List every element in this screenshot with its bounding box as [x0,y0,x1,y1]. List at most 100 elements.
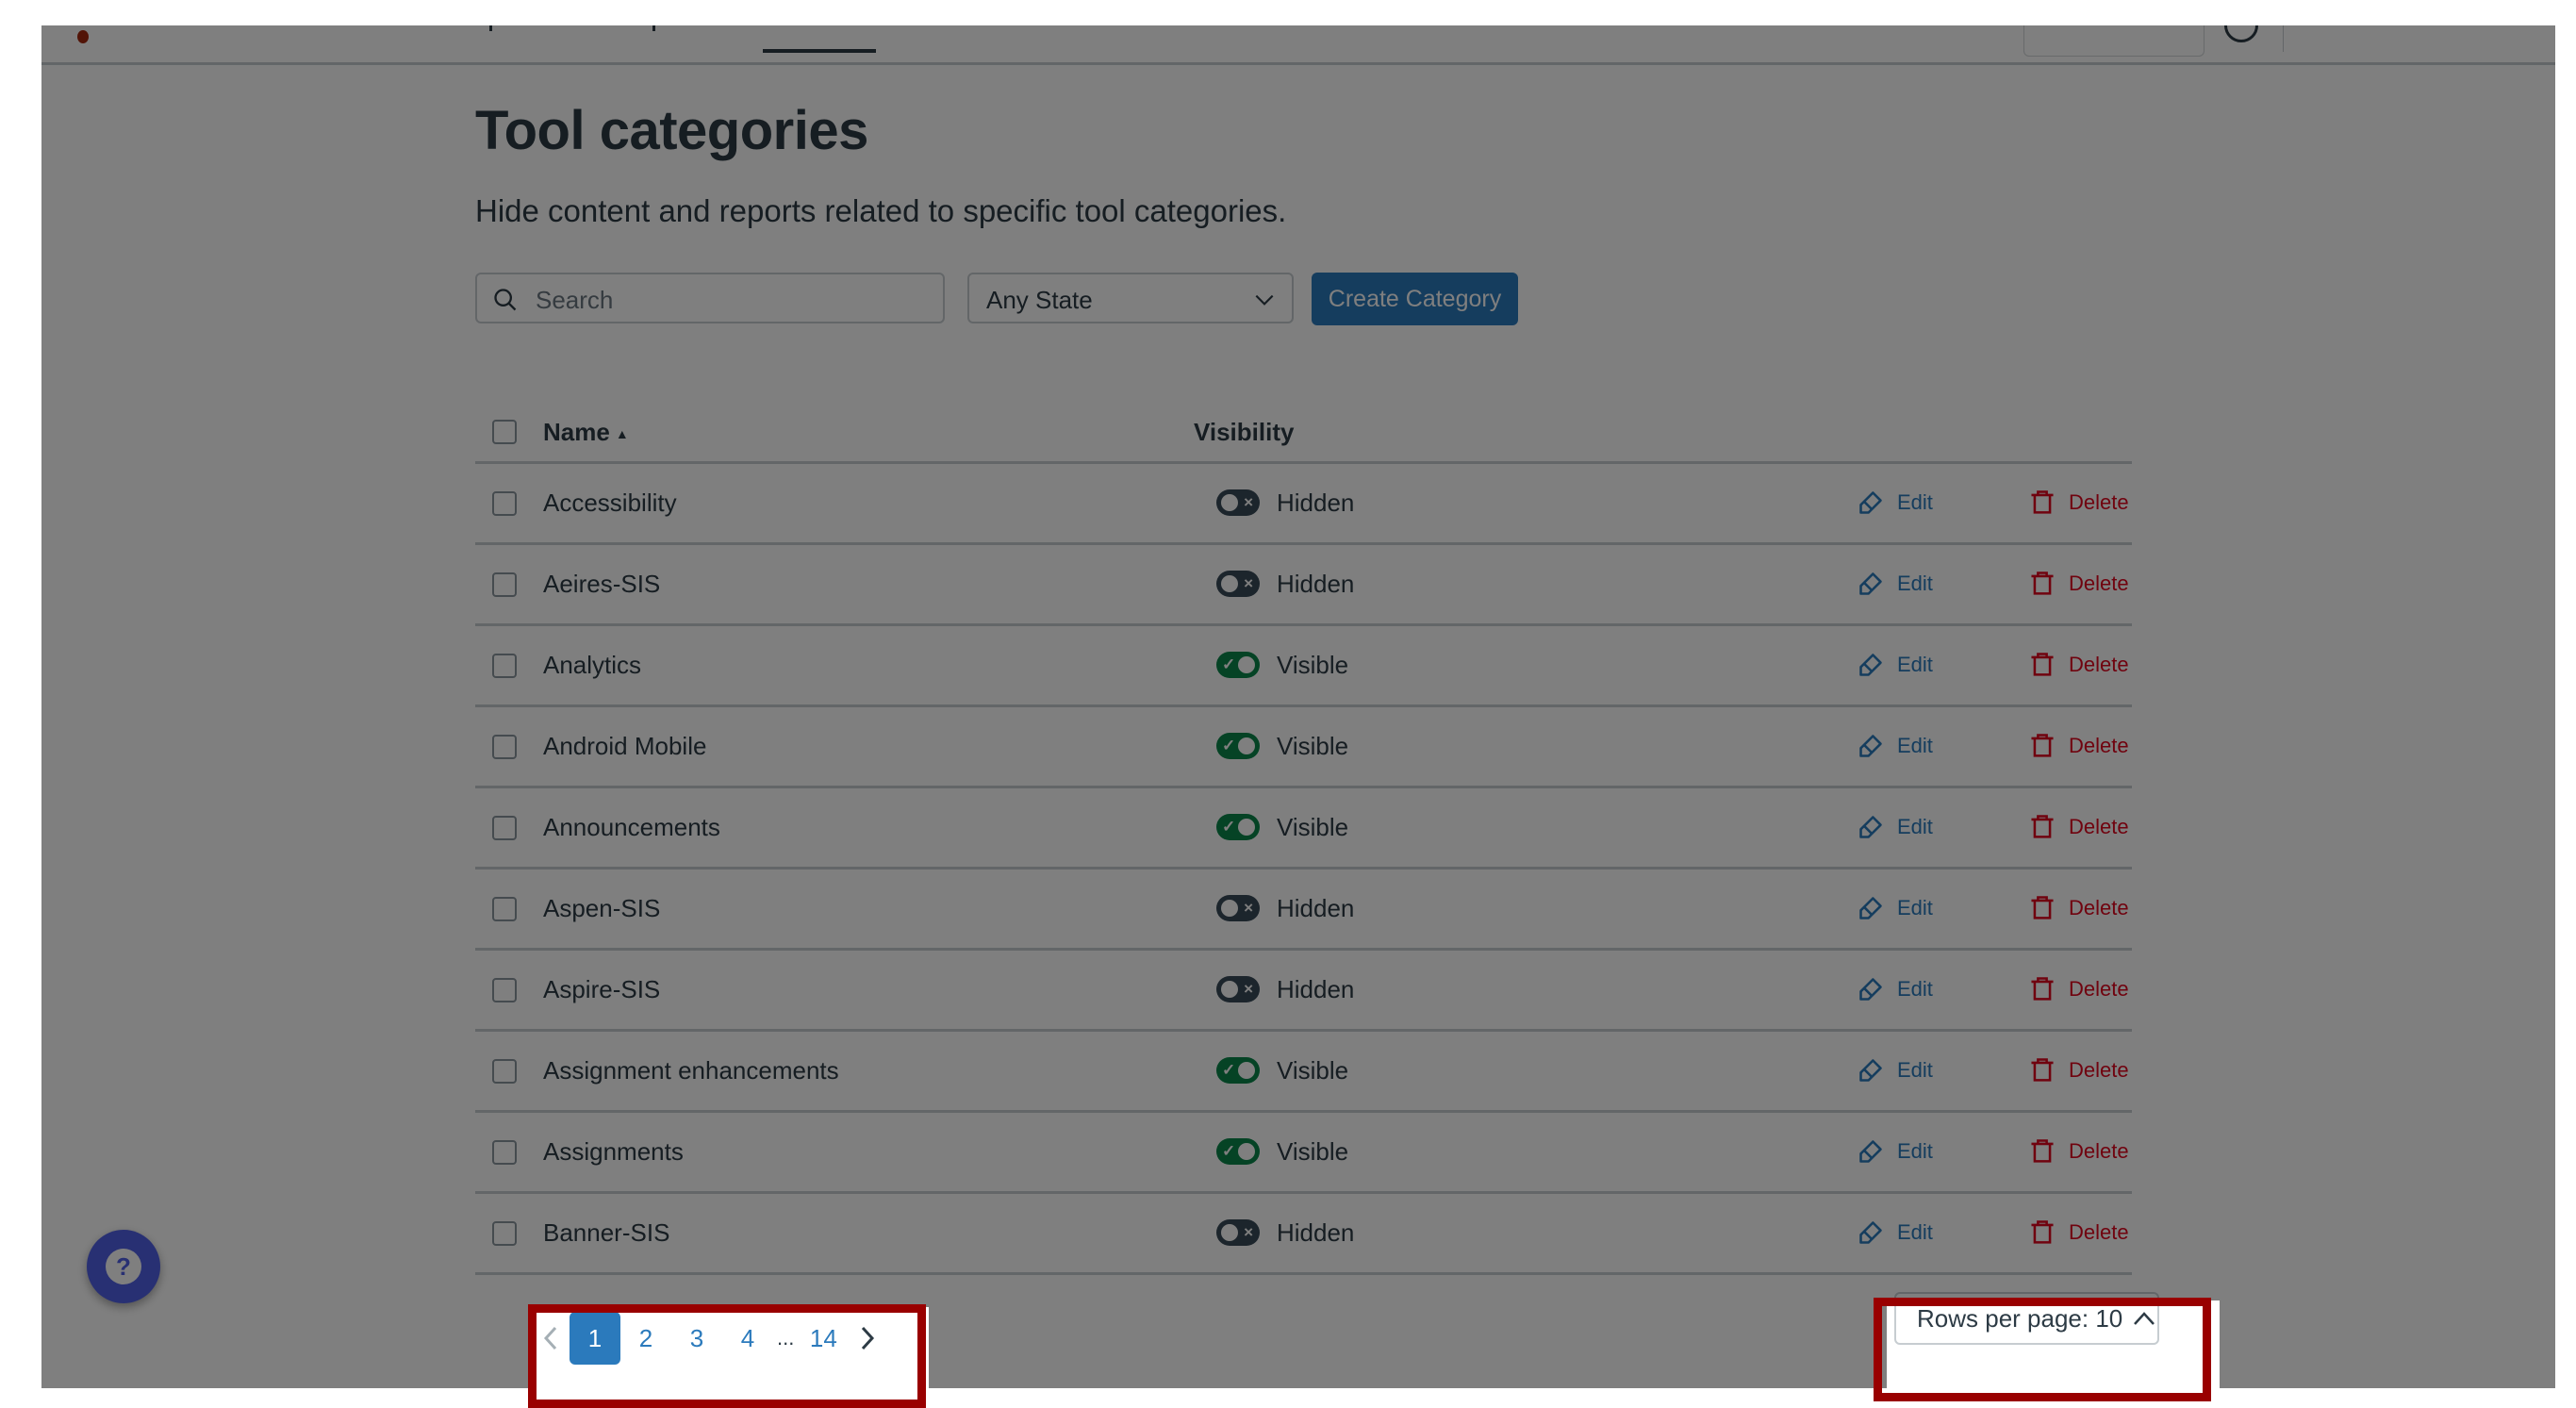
question-mark-icon: ? [106,1249,141,1284]
delete-label: Delete [2069,734,2129,757]
delete-button[interactable]: Delete [2029,487,2129,519]
edit-label: Edit [1897,490,1933,514]
row-checkbox[interactable] [492,816,517,840]
column-header-visibility: Visibility [1194,418,1295,446]
top-navigation-bar [41,25,2555,65]
chevron-down-icon [1255,294,1274,306]
active-nav-indicator [763,49,876,53]
delete-button[interactable]: Delete [2029,649,2129,681]
search-input[interactable] [534,282,933,318]
page-button-4[interactable]: 4 [722,1312,773,1365]
user-avatar-icon[interactable] [2224,25,2258,42]
trash-icon [2031,1220,2054,1244]
toggle-knob [1238,1143,1255,1160]
toggle-knob [1221,1224,1238,1241]
row-checkbox[interactable] [492,735,517,759]
delete-button[interactable]: Delete [2029,973,2129,1005]
category-name: Android Mobile [543,732,707,760]
edit-button[interactable]: Edit [1858,1135,1933,1168]
table-row: Assignment enhancements ✓ Visible Edit D… [475,1032,2132,1113]
x-icon: × [1244,1223,1253,1241]
rows-per-page-select[interactable]: Rows per page: 10 [1894,1292,2159,1345]
delete-label: Delete [2069,815,2129,838]
row-checkbox[interactable] [492,897,517,921]
delete-button[interactable]: Delete [2029,1054,2129,1086]
delete-button[interactable]: Delete [2029,1217,2129,1249]
row-checkbox[interactable] [492,1221,517,1246]
previous-page-button[interactable] [532,1312,570,1365]
divider [2283,25,2284,52]
visible-toggle[interactable]: ✓ [1216,814,1260,840]
category-name: Assignments [543,1137,684,1166]
toggle-knob [1238,737,1255,754]
row-checkbox[interactable] [492,978,517,1002]
category-name: Aeires-SIS [543,570,661,598]
trash-icon [2031,571,2054,595]
hidden-toggle[interactable]: × [1216,976,1260,1002]
row-checkbox[interactable] [492,1140,517,1165]
delete-button[interactable]: Delete [2029,892,2129,924]
row-checkbox[interactable] [492,572,517,597]
row-checkbox[interactable] [492,491,517,516]
table-header: Name ▲ Visibility [475,403,2132,464]
edit-button[interactable]: Edit [1858,892,1933,924]
x-icon: × [1244,493,1253,511]
category-name: Accessibility [543,489,677,517]
delete-button[interactable]: Delete [2029,568,2129,600]
search-field[interactable] [475,273,945,323]
trash-icon [2031,1058,2054,1082]
hidden-toggle[interactable]: × [1216,571,1260,597]
pencil-icon [1859,816,1882,838]
edit-button[interactable]: Edit [1858,811,1933,843]
pencil-icon [1859,1140,1882,1163]
chevron-right-icon [862,1326,875,1350]
edit-button[interactable]: Edit [1858,730,1933,762]
next-page-button[interactable] [849,1312,886,1365]
edit-button[interactable]: Edit [1858,1217,1933,1249]
hidden-toggle[interactable]: × [1216,489,1260,516]
delete-label: Delete [2069,1139,2129,1163]
select-all-checkbox[interactable] [492,420,517,444]
create-category-button[interactable]: Create Category [1312,273,1518,325]
page-button-last[interactable]: 14 [798,1312,849,1365]
page-button-1[interactable]: 1 [570,1312,620,1365]
delete-button[interactable]: Delete [2029,730,2129,762]
edit-button[interactable]: Edit [1858,1054,1933,1086]
hidden-toggle[interactable]: × [1216,895,1260,921]
nav-item-fragment[interactable] [489,25,492,31]
table-row: Accessibility × Hidden Edit Delete [475,464,2132,545]
page-button-3[interactable]: 3 [671,1312,722,1365]
edit-button[interactable]: Edit [1858,568,1933,600]
trash-icon [2031,734,2054,757]
visible-toggle[interactable]: ✓ [1216,652,1260,678]
pagination: 1234 ... 14 [532,1310,886,1367]
delete-button[interactable]: Delete [2029,811,2129,843]
chevron-left-icon [543,1326,557,1350]
toggle-knob [1221,575,1238,592]
table-row: Analytics ✓ Visible Edit Delete [475,626,2132,707]
row-checkbox[interactable] [492,1059,517,1084]
state-filter-select[interactable]: Any State [967,273,1294,323]
table-body: Accessibility × Hidden Edit Delete Aeire… [475,464,2132,1275]
account-selector[interactable] [2023,25,2204,57]
table-row: Aspen-SIS × Hidden Edit Delete [475,870,2132,951]
row-checkbox[interactable] [492,654,517,678]
search-icon [494,289,517,311]
column-header-name[interactable]: Name ▲ [543,418,629,447]
hidden-toggle[interactable]: × [1216,1219,1260,1246]
help-button[interactable]: ? [87,1230,160,1303]
edit-button[interactable]: Edit [1858,973,1933,1005]
visible-toggle[interactable]: ✓ [1216,1057,1260,1084]
delete-button[interactable]: Delete [2029,1135,2129,1168]
visible-toggle[interactable]: ✓ [1216,1138,1260,1165]
pencil-icon [1859,978,1882,1001]
page-button-2[interactable]: 2 [620,1312,671,1365]
edit-button[interactable]: Edit [1858,649,1933,681]
edit-button[interactable]: Edit [1858,487,1933,519]
nav-item-fragment[interactable] [652,25,655,31]
brand-logo-icon[interactable] [77,30,89,43]
category-name: Analytics [543,651,642,679]
visibility-status: Hidden [1277,975,1355,1003]
toolbar: Any State Create Category [475,273,1607,327]
visible-toggle[interactable]: ✓ [1216,733,1260,759]
